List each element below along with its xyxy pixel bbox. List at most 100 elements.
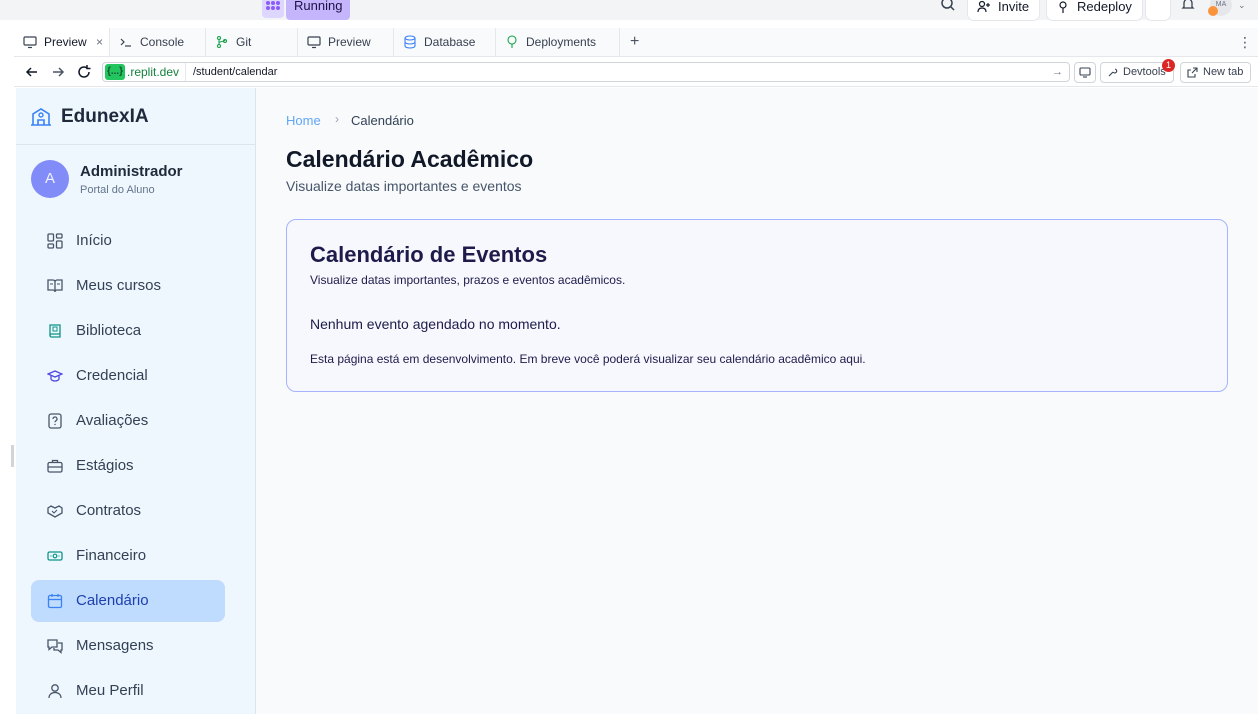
- url-go-icon[interactable]: →: [1052, 63, 1063, 81]
- sidebar-divider: [16, 144, 255, 145]
- invite-label: Invite: [998, 0, 1030, 14]
- sidebar-item-estagios[interactable]: Estágios: [31, 445, 225, 487]
- database-icon: [404, 35, 416, 49]
- sidebar-item-label: Estágios: [76, 457, 134, 474]
- sidebar-item-label: Credencial: [76, 367, 148, 384]
- preview-address-bar: {...} .replit.dev /student/calendar → De…: [14, 58, 1258, 87]
- sidebar-item-label: Meus cursos: [76, 277, 162, 294]
- devtools-label: Devtools: [1123, 66, 1166, 78]
- sidebar-item-meus-cursos[interactable]: Meus cursos: [31, 265, 225, 307]
- school-icon: [31, 108, 51, 126]
- forward-arrow-icon[interactable]: [50, 64, 66, 80]
- deployments-icon: [507, 35, 517, 48]
- tab-preview[interactable]: Preview ×: [14, 28, 110, 56]
- tab-label: Database: [424, 35, 476, 49]
- graduation-cap-icon: [47, 370, 63, 382]
- page-subtitle: Visualize datas importantes e eventos: [286, 178, 522, 194]
- sidebar-item-inicio[interactable]: Início: [31, 220, 225, 262]
- add-tab-button[interactable]: +: [630, 28, 639, 56]
- more-options-icon[interactable]: ⋮: [1238, 28, 1252, 56]
- sidebar-item-contratos[interactable]: Contratos: [31, 490, 225, 532]
- new-tab-button[interactable]: New tab: [1180, 62, 1252, 83]
- url-divider: [185, 63, 186, 81]
- terminal-icon: [120, 38, 131, 47]
- avatar-initials: MA: [1215, 1, 1227, 8]
- add-user-icon: [977, 0, 990, 13]
- tab-database[interactable]: Database: [394, 28, 496, 56]
- redeploy-button[interactable]: Redeploy: [1047, 0, 1142, 20]
- replit-domain-badge: {...}: [105, 64, 125, 80]
- empty-state-message: Nenhum evento agendado no momento.: [310, 316, 561, 332]
- events-card: Calendário de Eventos Visualize datas im…: [286, 219, 1228, 392]
- tab-label: Console: [140, 35, 185, 49]
- reload-icon[interactable]: [76, 64, 92, 80]
- search-icon[interactable]: [940, 0, 956, 12]
- question-file-icon: [48, 413, 62, 429]
- close-icon[interactable]: ×: [96, 28, 103, 56]
- bell-icon[interactable]: [1180, 0, 1196, 12]
- banknote-icon: [47, 551, 63, 561]
- user-icon: [48, 684, 62, 699]
- tab-label: Preview: [328, 35, 371, 49]
- chevron-down-icon[interactable]: ⌄: [1238, 0, 1246, 11]
- sidebar-item-avaliacoes[interactable]: Avaliações: [31, 400, 225, 442]
- calendar-icon: [47, 594, 63, 609]
- monitor-icon: [307, 36, 321, 49]
- development-note: Esta página está em desenvolvimento. Em …: [310, 352, 866, 366]
- sidebar-item-biblioteca[interactable]: Biblioteca: [31, 310, 225, 352]
- dashboard-icon: [47, 233, 63, 249]
- user-avatar-top[interactable]: MA: [1208, 0, 1232, 16]
- breadcrumb-home[interactable]: Home: [286, 113, 321, 128]
- card-title: Calendário de Eventos: [310, 242, 548, 267]
- card-subtitle: Visualize datas importantes, prazos e ev…: [310, 273, 626, 287]
- avatar[interactable]: A: [31, 160, 69, 198]
- sidebar-item-label: Calendário: [76, 592, 149, 609]
- run-grid-icon[interactable]: [262, 0, 284, 18]
- sidebar-item-label: Financeiro: [76, 547, 147, 564]
- tab-label: Preview: [44, 35, 87, 49]
- redeploy-label: Redeploy: [1077, 0, 1132, 14]
- resize-handle[interactable]: [11, 445, 14, 467]
- page-title: Calendário Acadêmico: [286, 146, 534, 172]
- tab-deployments[interactable]: Deployments: [496, 28, 620, 56]
- layout-toggle-icon[interactable]: [1146, 0, 1170, 20]
- device-preview-icon[interactable]: [1074, 62, 1096, 83]
- messages-icon: [47, 639, 63, 654]
- wrench-icon: [1108, 68, 1118, 77]
- tab-label: Git: [236, 35, 252, 49]
- sidebar-item-financeiro[interactable]: Financeiro: [31, 535, 225, 577]
- brand-name: EdunexIA: [61, 106, 149, 127]
- sidebar-item-label: Início: [76, 232, 112, 249]
- tab-label: Deployments: [526, 35, 597, 49]
- monitor-icon: [23, 36, 37, 49]
- back-arrow-icon[interactable]: [24, 64, 40, 80]
- sidebar-item-label: Avaliações: [76, 412, 149, 429]
- replit-top-bar: Running Invite Redeploy MA ⌄: [0, 0, 1258, 20]
- new-tab-label: New tab: [1203, 66, 1244, 78]
- devtools-error-badge: 1: [1162, 59, 1175, 72]
- sidebar-item-label: Contratos: [76, 502, 142, 519]
- tab-console[interactable]: Console: [110, 28, 206, 56]
- user-role: Portal do Aluno: [80, 184, 155, 196]
- invite-button[interactable]: Invite: [968, 0, 1040, 20]
- tab-git[interactable]: Git: [206, 28, 298, 56]
- sidebar-item-label: Biblioteca: [76, 322, 142, 339]
- sidebar-item-label: Meu Perfil: [76, 682, 144, 699]
- tab-preview-2[interactable]: Preview: [298, 28, 394, 56]
- handshake-icon: [47, 505, 63, 518]
- sidebar-item-calendario[interactable]: Calendário: [31, 580, 225, 622]
- library-icon: [49, 324, 61, 338]
- git-icon: [216, 35, 228, 49]
- chevron-right-icon: ›: [335, 112, 339, 126]
- deploy-icon: [1059, 1, 1067, 13]
- url-domain: .replit.dev: [127, 65, 180, 79]
- url-input[interactable]: {...} .replit.dev /student/calendar →: [102, 62, 1070, 82]
- url-path: /student/calendar: [193, 66, 278, 78]
- user-name: Administrador: [80, 163, 183, 180]
- running-status[interactable]: Running: [286, 0, 351, 20]
- sidebar-item-meu-perfil[interactable]: Meu Perfil: [31, 670, 225, 712]
- sidebar-item-credencial[interactable]: Credencial: [31, 355, 225, 397]
- sidebar-item-mensagens[interactable]: Mensagens: [31, 625, 225, 667]
- book-open-icon: [47, 279, 63, 293]
- sidebar: EdunexIA A Administrador Portal do Aluno…: [16, 88, 256, 714]
